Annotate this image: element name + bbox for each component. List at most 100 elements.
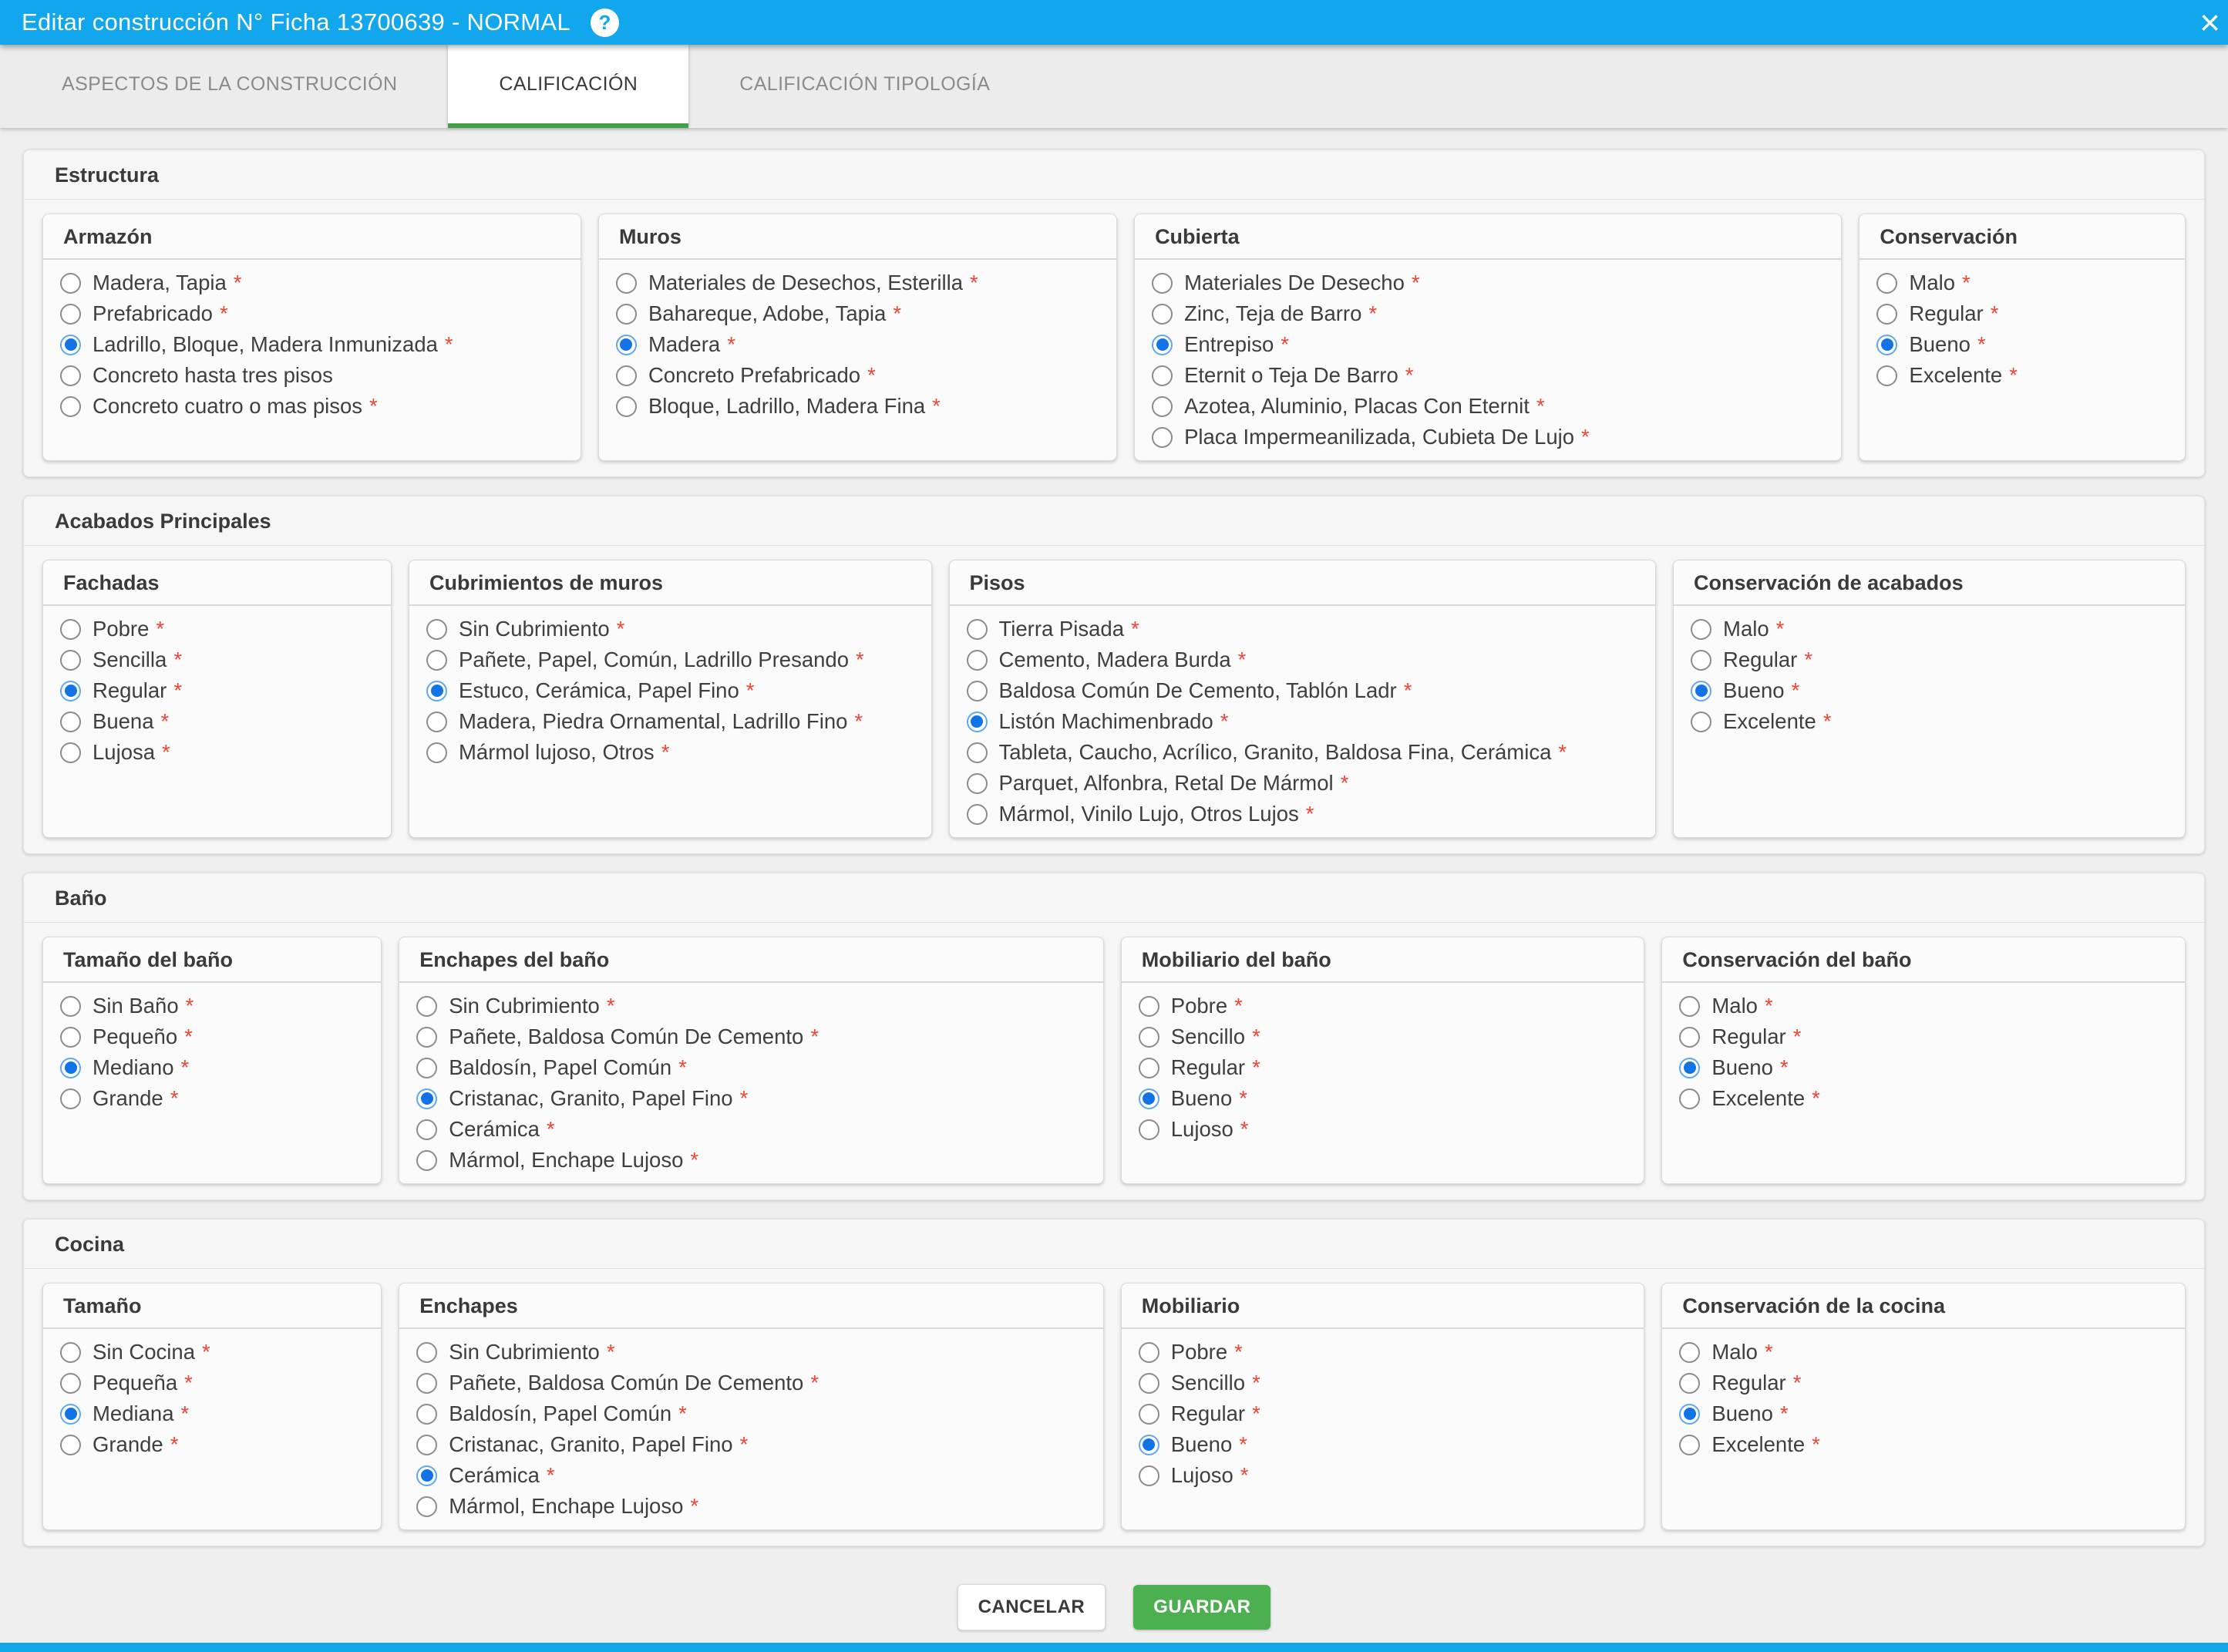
radio-button[interactable] — [416, 1088, 437, 1109]
radio-button[interactable] — [616, 365, 637, 386]
radio-button[interactable] — [1152, 427, 1173, 448]
radio-option[interactable]: Sin Cocina* — [60, 1337, 364, 1368]
radio-button[interactable] — [1679, 1058, 1700, 1078]
radio-option[interactable]: Excelente* — [1679, 1083, 2168, 1114]
tab-calificacion[interactable]: CALIFICACIÓN — [448, 45, 688, 128]
radio-button[interactable] — [1876, 304, 1897, 325]
radio-option[interactable]: Cerámica* — [416, 1460, 1086, 1491]
cancel-button[interactable]: CANCELAR — [958, 1584, 1106, 1630]
radio-option[interactable]: Malo* — [1679, 1337, 2168, 1368]
radio-option[interactable]: Sencillo* — [1139, 1368, 1627, 1398]
radio-option[interactable]: Materiales de Desechos, Esterilla* — [616, 267, 1099, 298]
radio-option[interactable]: Regular* — [1139, 1052, 1627, 1083]
radio-button[interactable] — [60, 1058, 81, 1078]
radio-option[interactable]: Tableta, Caucho, Acrílico, Granito, Bald… — [967, 737, 1639, 768]
radio-option[interactable]: Malo* — [1679, 991, 2168, 1021]
radio-button[interactable] — [426, 650, 447, 671]
radio-button[interactable] — [416, 996, 437, 1017]
radio-option[interactable]: Prefabricado* — [60, 298, 564, 329]
radio-button[interactable] — [1679, 1435, 1700, 1455]
radio-option[interactable]: Grande* — [60, 1083, 364, 1114]
radio-option[interactable]: Buena* — [60, 706, 374, 737]
radio-option[interactable]: Mármol, Enchape Lujoso* — [416, 1145, 1086, 1176]
radio-button[interactable] — [616, 335, 637, 355]
radio-button[interactable] — [416, 1119, 437, 1140]
radio-option[interactable]: Regular* — [1679, 1368, 2168, 1398]
radio-button[interactable] — [416, 1465, 437, 1486]
radio-button[interactable] — [60, 304, 81, 325]
radio-option[interactable]: Madera, Piedra Ornamental, Ladrillo Fino… — [426, 706, 914, 737]
radio-option[interactable]: Regular* — [1876, 298, 2168, 329]
radio-button[interactable] — [967, 619, 988, 640]
radio-button[interactable] — [416, 1496, 437, 1517]
radio-button[interactable] — [1139, 1373, 1159, 1394]
radio-button[interactable] — [1679, 1027, 1700, 1048]
radio-button[interactable] — [60, 396, 81, 417]
save-button[interactable]: GUARDAR — [1133, 1585, 1270, 1630]
radio-option[interactable]: Sencilla* — [60, 644, 374, 675]
radio-option[interactable]: Grande* — [60, 1429, 364, 1460]
radio-button[interactable] — [60, 273, 81, 294]
radio-option[interactable]: Excelente* — [1679, 1429, 2168, 1460]
radio-button[interactable] — [1152, 304, 1173, 325]
radio-button[interactable] — [60, 996, 81, 1017]
radio-option[interactable]: Concreto cuatro o mas pisos* — [60, 391, 564, 422]
radio-button[interactable] — [416, 1058, 437, 1078]
radio-button[interactable] — [1139, 1058, 1159, 1078]
radio-button[interactable] — [967, 742, 988, 763]
radio-button[interactable] — [967, 773, 988, 794]
radio-option[interactable]: Bahareque, Adobe, Tapia* — [616, 298, 1099, 329]
radio-button[interactable] — [967, 681, 988, 702]
radio-option[interactable]: Entrepiso* — [1152, 329, 1824, 360]
close-icon[interactable]: × — [2195, 5, 2225, 40]
radio-button[interactable] — [60, 712, 81, 732]
radio-option[interactable]: Listón Machimenbrado* — [967, 706, 1639, 737]
radio-button[interactable] — [1139, 1404, 1159, 1425]
radio-button[interactable] — [1679, 1404, 1700, 1425]
radio-option[interactable]: Baldosín, Papel Común* — [416, 1398, 1086, 1429]
radio-option[interactable]: Azotea, Aluminio, Placas Con Eternit* — [1152, 391, 1824, 422]
radio-button[interactable] — [416, 1342, 437, 1363]
radio-option[interactable]: Sin Cubrimiento* — [416, 1337, 1086, 1368]
radio-button[interactable] — [60, 1342, 81, 1363]
radio-button[interactable] — [1679, 1088, 1700, 1109]
radio-option[interactable]: Excelente* — [1691, 706, 2168, 737]
radio-button[interactable] — [1876, 335, 1897, 355]
radio-button[interactable] — [1679, 996, 1700, 1017]
radio-button[interactable] — [1679, 1373, 1700, 1394]
radio-option[interactable]: Concreto Prefabricado* — [616, 360, 1099, 391]
radio-button[interactable] — [1691, 681, 1711, 702]
radio-option[interactable]: Regular* — [1679, 1021, 2168, 1052]
radio-option[interactable]: Cerámica* — [416, 1114, 1086, 1145]
radio-option[interactable]: Malo* — [1691, 614, 2168, 644]
radio-option[interactable]: Bueno* — [1876, 329, 2168, 360]
radio-option[interactable]: Pañete, Papel, Común, Ladrillo Presando* — [426, 644, 914, 675]
radio-option[interactable]: Lujosa* — [60, 737, 374, 768]
radio-option[interactable]: Pobre* — [1139, 991, 1627, 1021]
radio-button[interactable] — [1139, 996, 1159, 1017]
radio-button[interactable] — [1139, 1342, 1159, 1363]
radio-button[interactable] — [1152, 335, 1173, 355]
radio-button[interactable] — [616, 273, 637, 294]
radio-button[interactable] — [967, 712, 988, 732]
radio-option[interactable]: Bueno* — [1679, 1398, 2168, 1429]
radio-option[interactable]: Cristanac, Granito, Papel Fino* — [416, 1083, 1086, 1114]
radio-button[interactable] — [1679, 1342, 1700, 1363]
radio-option[interactable]: Lujoso* — [1139, 1460, 1627, 1491]
radio-button[interactable] — [416, 1150, 437, 1171]
radio-button[interactable] — [60, 650, 81, 671]
radio-option[interactable]: Pobre* — [1139, 1337, 1627, 1368]
radio-option[interactable]: Pequeño* — [60, 1021, 364, 1052]
radio-option[interactable]: Lujoso* — [1139, 1114, 1627, 1145]
radio-option[interactable]: Eternit o Teja De Barro* — [1152, 360, 1824, 391]
radio-button[interactable] — [1876, 273, 1897, 294]
radio-button[interactable] — [60, 1373, 81, 1394]
radio-option[interactable]: Sin Cubrimiento* — [426, 614, 914, 644]
radio-button[interactable] — [1691, 712, 1711, 732]
radio-button[interactable] — [426, 619, 447, 640]
radio-option[interactable]: Regular* — [1691, 644, 2168, 675]
radio-option[interactable]: Bueno* — [1139, 1083, 1627, 1114]
radio-button[interactable] — [967, 804, 988, 825]
radio-option[interactable]: Regular* — [1139, 1398, 1627, 1429]
radio-option[interactable]: Mármol lujoso, Otros* — [426, 737, 914, 768]
